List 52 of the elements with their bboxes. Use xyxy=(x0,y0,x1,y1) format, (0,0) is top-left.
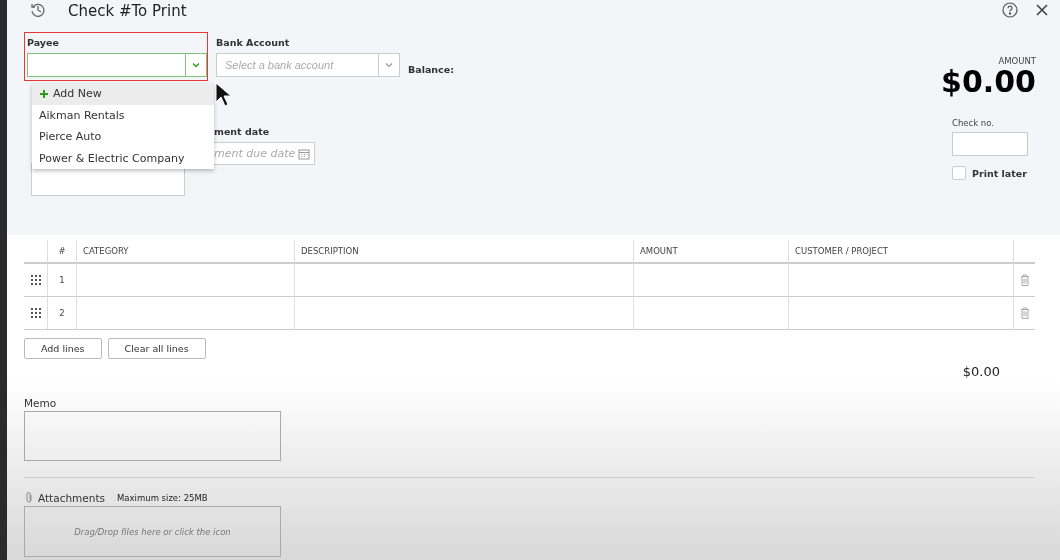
menu-item[interactable]: Power & Electric Company xyxy=(32,147,214,169)
chevron-icon xyxy=(384,60,394,70)
dropdown-button[interactable] xyxy=(185,53,207,77)
menu-item[interactable]: Pierce Auto xyxy=(32,126,214,148)
table-cell[interactable] xyxy=(633,264,788,297)
menu-item[interactable]: Aikman Rentals xyxy=(32,104,214,126)
plus-icon xyxy=(39,88,49,99)
balance-label: Balance: xyxy=(408,64,454,75)
window-title: Check #To Print xyxy=(68,2,187,20)
column-header: CATEGORY xyxy=(76,240,294,264)
column-header: AMOUNT xyxy=(633,240,788,264)
print-later-checkbox[interactable] xyxy=(952,166,966,180)
table-cell: 1 xyxy=(47,264,76,297)
amount-value: $0.00 xyxy=(941,66,1036,98)
paperclip-icon xyxy=(24,491,34,504)
table-cell: 2 xyxy=(47,297,76,330)
check-no-label: Check no. xyxy=(952,118,995,128)
chevron-icon xyxy=(191,60,201,70)
print-later-label: Print later xyxy=(972,167,1027,179)
add-lines-button[interactable]: Add lines xyxy=(24,338,102,359)
bank-account-field[interactable]: Select a bank account xyxy=(216,53,378,77)
bank-account-label: Bank Account xyxy=(216,37,291,48)
memo-field[interactable] xyxy=(24,411,281,461)
clear-lines-button[interactable]: Clear all lines xyxy=(107,338,206,359)
table-cell[interactable] xyxy=(294,264,633,297)
column-header: DESCRIPTION xyxy=(294,240,633,264)
trash-icon[interactable] xyxy=(1019,274,1030,286)
payee-field[interactable] xyxy=(27,53,185,77)
attachments-label: Attachments xyxy=(38,491,106,504)
table-cell[interactable] xyxy=(788,297,1013,330)
payee-label: Payee xyxy=(27,37,60,48)
table-cell[interactable] xyxy=(76,297,294,330)
file-drop-area[interactable]: Drag/Drop files here or click the icon xyxy=(24,506,281,557)
calendar-icon xyxy=(298,147,310,160)
drag-handle-icon[interactable] xyxy=(30,275,41,285)
column-header: # xyxy=(47,240,76,264)
menu-item[interactable]: Add New xyxy=(32,83,214,105)
dropdown-button[interactable] xyxy=(378,53,400,77)
amount-label: AMOUNT xyxy=(998,56,1036,66)
memo-label: Memo xyxy=(24,397,58,409)
trash-icon[interactable] xyxy=(1019,307,1030,319)
drag-handle-icon[interactable] xyxy=(30,308,41,318)
payment-date-label: ment date xyxy=(214,126,271,137)
column-header: CUSTOMER / PROJECT xyxy=(788,240,1013,264)
table-cell[interactable] xyxy=(76,264,294,297)
table-cell[interactable] xyxy=(633,297,788,330)
help-icon[interactable] xyxy=(1002,2,1020,20)
table-cell[interactable] xyxy=(788,264,1013,297)
total-amount: $0.00 xyxy=(962,364,1000,379)
max-size-note: Maximum size: 25MB xyxy=(117,492,208,503)
table-cell[interactable] xyxy=(294,297,633,330)
check-no-field[interactable] xyxy=(952,132,1028,156)
